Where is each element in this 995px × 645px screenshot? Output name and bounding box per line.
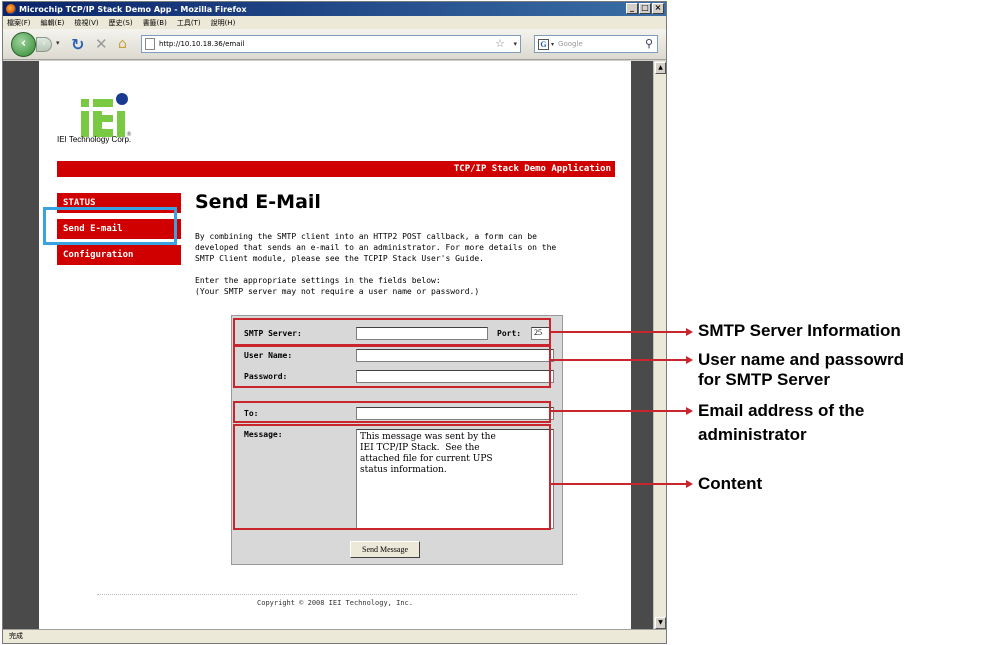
company-name: IEI Technology Corp. — [57, 135, 132, 144]
content-callout: Content — [698, 474, 763, 493]
credentials-callout-line2: for SMTP Server — [698, 370, 830, 389]
app-banner: TCP/IP Stack Demo Application — [57, 161, 615, 177]
smtp-server-input[interactable] — [356, 327, 488, 340]
email-line — [551, 410, 687, 412]
firefox-icon — [6, 4, 16, 14]
menu-edit[interactable]: 編輯(E) — [41, 18, 65, 28]
browser-window: Microchip TCP/IP Stack Demo App - Mozill… — [2, 1, 667, 644]
copyright-text: Copyright © 2008 IEI Technology, Inc. — [257, 599, 413, 607]
menu-bar: 檔案(F) 編輯(E) 檢視(V) 歷史(S) 書籤(B) 工具(T) 說明(H… — [3, 16, 666, 29]
menu-tools[interactable]: 工具(T) — [177, 18, 201, 28]
menu-view[interactable]: 檢視(V) — [74, 18, 98, 28]
message-label: Message: — [244, 430, 283, 439]
main-content: Send E-Mail By combining the SMTP client… — [195, 191, 615, 297]
back-arrow-icon[interactable]: ‹ — [11, 32, 36, 57]
nav-highlight-box — [43, 207, 177, 245]
to-label: To: — [244, 409, 259, 418]
search-bar[interactable]: G ▾ Google ⚲ — [534, 35, 658, 53]
port-label: Port: — [497, 329, 522, 338]
search-engine-dropdown-icon[interactable]: ▾ — [551, 41, 554, 48]
username-label: User Name: — [244, 351, 293, 360]
web-page: ® IEI Technology Corp. TCP/IP Stack Demo… — [39, 61, 631, 630]
intro-text: By combining the SMTP client into an HTT… — [195, 232, 557, 263]
url-dropdown-icon[interactable]: ▾ — [513, 40, 517, 48]
arrowhead-icon — [686, 480, 693, 488]
content-line — [551, 483, 687, 485]
email-callout-line1: Email address of the — [698, 401, 865, 420]
bookmark-star-icon[interactable]: ☆ — [495, 37, 505, 50]
history-dropdown-icon[interactable]: ▾ — [56, 39, 60, 47]
page-viewport: ® IEI Technology Corp. TCP/IP Stack Demo… — [3, 61, 654, 630]
menu-bookmarks[interactable]: 書籤(B) — [143, 18, 167, 28]
arrowhead-icon — [686, 407, 693, 415]
search-icon[interactable]: ⚲ — [645, 37, 653, 50]
close-button[interactable]: × — [652, 3, 664, 14]
window-controls: _ □ × — [626, 3, 664, 14]
arrowhead-icon — [686, 328, 693, 336]
to-input[interactable] — [356, 407, 554, 420]
nav-configuration[interactable]: Configuration — [57, 245, 181, 265]
reload-icon[interactable]: ↻ — [71, 35, 84, 54]
minimize-button[interactable]: _ — [626, 3, 638, 14]
page-title: Send E-Mail — [195, 191, 321, 213]
menu-file[interactable]: 檔案(F) — [7, 18, 31, 28]
search-placeholder: Google — [558, 40, 583, 48]
menu-history[interactable]: 歷史(S) — [109, 18, 133, 28]
page-icon — [145, 38, 155, 50]
url-text: http://10.10.18.36/email — [159, 40, 245, 48]
password-label: Password: — [244, 372, 288, 381]
stop-icon[interactable]: ✕ — [95, 35, 108, 53]
smtp-info-callout: SMTP Server Information — [698, 321, 901, 340]
url-bar[interactable]: http://10.10.18.36/email ☆ ▾ — [141, 35, 521, 53]
credentials-callout-line1: User name and passowrd — [698, 350, 904, 369]
instructions-text: Enter the appropriate settings in the fi… — [195, 276, 480, 296]
google-icon[interactable]: G — [538, 38, 549, 50]
send-message-button[interactable]: Send Message — [350, 541, 420, 558]
maximize-button[interactable]: □ — [639, 3, 651, 14]
port-input[interactable]: 25 — [531, 327, 551, 340]
smtp-server-label: SMTP Server: — [244, 329, 302, 338]
title-bar: Microchip TCP/IP Stack Demo App - Mozill… — [3, 2, 666, 16]
window-title: Microchip TCP/IP Stack Demo App - Mozill… — [19, 4, 247, 14]
forward-arrow-icon[interactable]: › — [36, 37, 52, 52]
scroll-down-icon[interactable]: ▼ — [655, 617, 666, 629]
credentials-line — [551, 359, 687, 361]
footer-divider — [97, 594, 577, 595]
scroll-up-icon[interactable]: ▲ — [655, 62, 666, 74]
email-callout-line2: administrator — [698, 425, 807, 444]
smtp-info-line — [551, 331, 687, 333]
menu-help[interactable]: 說明(H) — [211, 18, 236, 28]
username-input[interactable] — [356, 349, 554, 362]
email-form: SMTP Server: Port: 25 User Name: Passwor… — [231, 315, 563, 565]
vertical-scrollbar[interactable]: ▲ ▼ — [653, 61, 666, 630]
status-bar: 完成 — [3, 629, 666, 643]
home-icon[interactable]: ⌂ — [118, 36, 127, 52]
arrowhead-icon — [686, 356, 693, 364]
iei-logo: ® — [81, 93, 132, 137]
navigation-toolbar: ‹ › ▾ ↻ ✕ ⌂ http://10.10.18.36/email ☆ ▾… — [3, 29, 666, 60]
password-input[interactable] — [356, 370, 554, 383]
message-textarea[interactable]: This message was sent by the IEI TCP/IP … — [356, 429, 554, 529]
